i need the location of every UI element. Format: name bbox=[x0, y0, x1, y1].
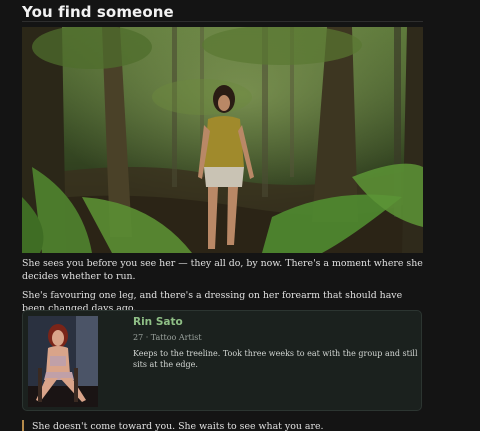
character-portrait bbox=[28, 316, 98, 407]
scene-quote: She doesn't come toward you. She waits t… bbox=[22, 420, 424, 431]
character-name: Rin Sato bbox=[133, 316, 183, 328]
character-description: Keeps to the treeline. Took three weeks … bbox=[133, 349, 418, 369]
scene-title: You find someone bbox=[22, 3, 174, 21]
title-divider bbox=[22, 21, 423, 22]
story-page: You find someone She sees you before you… bbox=[0, 0, 480, 431]
jungle-scene-image bbox=[22, 27, 423, 253]
scene-paragraph: She sees you before you see her — they a… bbox=[22, 258, 423, 282]
character-card[interactable]: Rin Sato 27 · Tattoo Artist Keeps to the… bbox=[22, 310, 422, 411]
character-meta: 27 · Tattoo Artist bbox=[133, 333, 202, 342]
